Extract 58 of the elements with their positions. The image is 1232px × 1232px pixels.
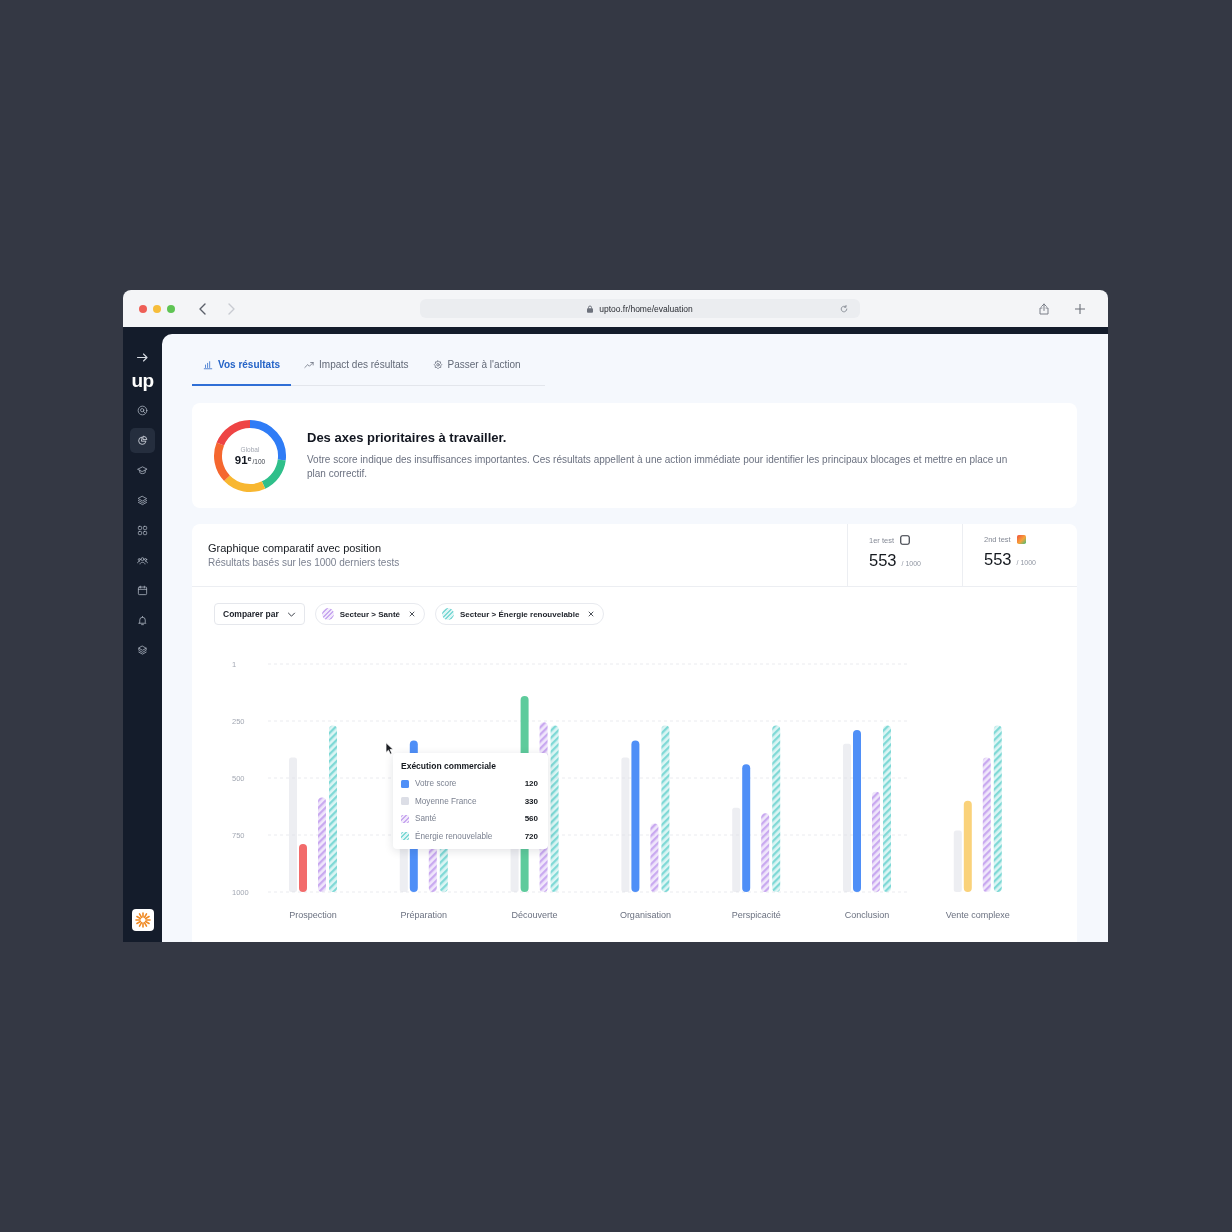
x-axis-label: Prospection <box>289 910 337 920</box>
legend-value: 120 <box>524 779 538 789</box>
x-axis-label: Organisation <box>619 910 671 920</box>
legend-value: 330 <box>524 796 538 806</box>
x-axis-label: Conclusion <box>844 910 890 920</box>
grid-icon <box>137 525 148 536</box>
stat-value: 553 <box>984 550 1012 568</box>
compare-dropdown[interactable]: Comparer par <box>214 603 305 625</box>
summary-title: Des axes prioritaires à travailler. <box>307 430 508 445</box>
gradient-square-icon <box>1016 535 1026 544</box>
tab[interactable]: Impact des résultats <box>293 345 420 386</box>
legend-label: Votre score <box>415 779 458 789</box>
trend-up-icon <box>304 359 315 370</box>
chevron-left-icon[interactable] <box>199 302 206 315</box>
legend-label: Énergie renouvelable <box>415 831 494 841</box>
bar-chart-icon <box>203 359 213 370</box>
stat-value: 553 <box>869 551 897 569</box>
summary-text: Votre score indique des insuffisances importantes. Ces résultats appellent à une action immédiate pour identifier les principaux blocages et mettre en place un plan correctif. <box>307 453 1009 481</box>
x-axis-label: Vente complexe <box>945 910 1010 920</box>
tooltip-title: Exécution commerciale <box>401 761 497 771</box>
reload-icon[interactable] <box>840 304 848 313</box>
lock-icon <box>587 304 594 313</box>
legend-value: 720 <box>524 831 538 841</box>
legend-label: Santé <box>415 814 438 824</box>
cursor-icon <box>385 742 394 755</box>
url-text: uptoo.fr/home/evaluation <box>599 303 693 314</box>
close-icon[interactable] <box>409 611 415 617</box>
graduation-cap-icon <box>137 465 148 476</box>
tab[interactable]: Vos résultats <box>192 345 292 386</box>
layers-icon <box>137 495 148 506</box>
chart-bar <box>650 823 659 892</box>
hexagon-stack-icon <box>137 645 148 656</box>
search-icon <box>137 405 148 416</box>
close-window-icon[interactable] <box>139 304 147 313</box>
logo: up <box>131 373 154 389</box>
calendar-icon <box>137 585 148 596</box>
users-icon <box>137 555 148 566</box>
arrow-right-icon[interactable] <box>137 353 148 362</box>
chart-title: Graphique comparatif avec position <box>208 542 383 554</box>
sunburst-app-icon[interactable] <box>131 909 154 931</box>
bell-icon <box>137 615 148 626</box>
share-icon[interactable] <box>1039 302 1049 315</box>
tab[interactable]: Passer à l'action <box>421 345 532 386</box>
square-outline-icon <box>900 535 910 545</box>
address-bar[interactable]: uptoo.fr/home/evaluation <box>420 299 860 318</box>
chevron-down-icon <box>286 611 296 617</box>
x-axis-label: Découverte <box>511 910 558 920</box>
plus-icon[interactable] <box>1075 303 1085 314</box>
close-icon[interactable] <box>588 611 595 617</box>
x-axis-label: Préparation <box>400 910 448 920</box>
gear-icon <box>432 359 443 370</box>
chart-subtitle: Résultats basés sur les 1000 derniers tests <box>208 557 401 568</box>
pie-chart-icon <box>137 435 148 446</box>
x-axis-label: Perspicacité <box>731 910 781 920</box>
sidebar-item[interactable] <box>130 428 155 453</box>
rank-value: 91$^{e}$ <box>234 454 252 466</box>
legend-value: 560 <box>524 814 538 824</box>
legend-label: Moyenne France <box>415 796 478 806</box>
